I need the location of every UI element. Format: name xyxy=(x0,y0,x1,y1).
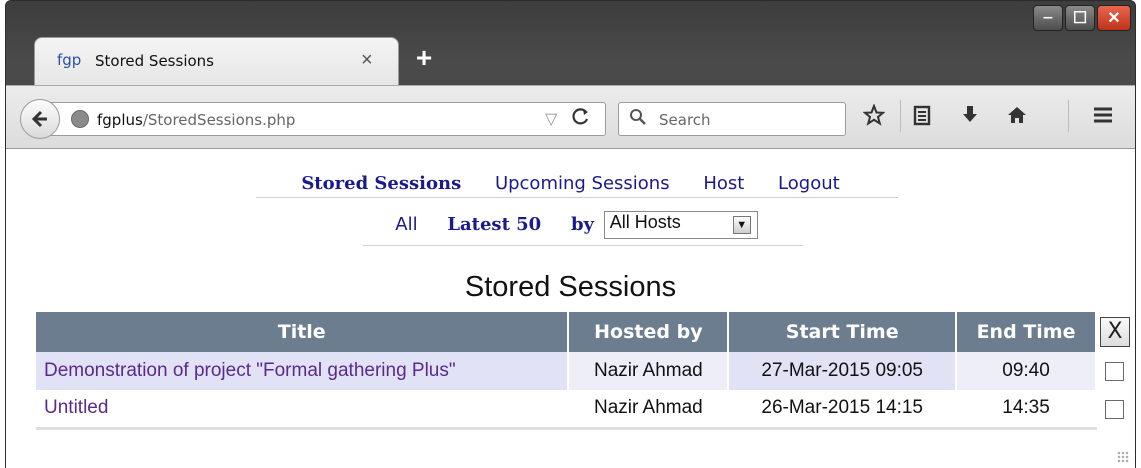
globe-icon xyxy=(71,110,89,128)
nav-link-logout[interactable]: Logout xyxy=(778,173,840,194)
filter-all-link[interactable]: All xyxy=(395,214,417,235)
reading-list-icon[interactable] xyxy=(911,104,933,132)
sessions-table: Title Hosted by Start Time End Time X De… xyxy=(36,312,1135,430)
main-nav: Stored Sessions Upcoming Sessions Host L… xyxy=(6,173,1135,194)
nav-toolbar: fgplus/StoredSessions.php ▽ Search xyxy=(6,85,1135,149)
page-content: Stored Sessions Upcoming Sessions Host L… xyxy=(6,149,1135,468)
row-select-checkbox[interactable] xyxy=(1104,361,1124,381)
new-tab-button[interactable]: + xyxy=(409,44,439,73)
url-text: fgplus/StoredSessions.php xyxy=(97,111,295,129)
search-icon xyxy=(629,108,647,131)
url-path: /StoredSessions.php xyxy=(142,111,296,129)
filter-bar: All Latest 50 by All Hosts ▼ xyxy=(6,211,1135,239)
url-bar[interactable]: fgplus/StoredSessions.php ▽ xyxy=(46,102,606,136)
back-arrow-icon[interactable] xyxy=(20,99,60,139)
browser-window: fgp Stored Sessions × + ‒ ☐ ✕ fgplus/Sto… xyxy=(5,0,1136,468)
search-placeholder: Search xyxy=(659,111,711,129)
table-row: Untitled Nazir Ahmad 26-Mar-2015 14:15 1… xyxy=(36,390,1135,430)
close-window-button[interactable]: ✕ xyxy=(1097,5,1131,31)
nav-link-host[interactable]: Host xyxy=(703,173,744,194)
chevron-down-icon: ▼ xyxy=(732,216,751,234)
table-header-row: Title Hosted by Start Time End Time X xyxy=(36,312,1133,352)
delete-column-header: X xyxy=(1095,312,1133,352)
resize-grip[interactable] xyxy=(1117,451,1129,463)
filter-divider xyxy=(363,245,803,246)
session-host: Nazir Ahmad xyxy=(568,390,730,430)
page-title: Stored Sessions xyxy=(464,271,677,303)
tab-title: Stored Sessions xyxy=(95,52,214,70)
host-select-value: All Hosts xyxy=(609,212,681,232)
tab-stored-sessions[interactable]: fgp Stored Sessions × xyxy=(34,37,399,85)
column-header-title[interactable]: Title xyxy=(36,312,570,352)
menu-icon[interactable] xyxy=(1092,104,1114,132)
minimize-button[interactable]: ‒ xyxy=(1033,5,1063,31)
nav-link-upcoming-sessions[interactable]: Upcoming Sessions xyxy=(495,173,670,194)
session-end-time: 14:35 xyxy=(956,390,1097,430)
session-title-link[interactable]: Demonstration of project "Formal gatheri… xyxy=(36,352,570,390)
tab-strip: fgp Stored Sessions × + ‒ ☐ ✕ xyxy=(6,1,1135,85)
reload-icon[interactable] xyxy=(571,107,591,133)
download-icon[interactable] xyxy=(959,104,981,132)
maximize-button[interactable]: ☐ xyxy=(1065,5,1095,31)
home-icon[interactable] xyxy=(1006,104,1028,132)
select-cell xyxy=(1095,390,1135,428)
row-select-checkbox[interactable] xyxy=(1104,399,1124,419)
filter-by-label: by xyxy=(570,214,594,235)
session-end-time: 09:40 xyxy=(956,352,1097,390)
host-select[interactable]: All Hosts ▼ xyxy=(603,211,758,239)
session-start-time: 27-Mar-2015 09:05 xyxy=(728,352,958,390)
table-row: Demonstration of project "Formal gatheri… xyxy=(36,352,1135,390)
session-title-link[interactable]: Untitled xyxy=(36,390,570,430)
session-start-time: 26-Mar-2015 14:15 xyxy=(728,390,958,430)
url-host: fgplus xyxy=(97,111,143,129)
toolbar-separator xyxy=(1068,100,1069,132)
tab-close-icon[interactable]: × xyxy=(361,49,373,72)
window-controls: ‒ ☐ ✕ xyxy=(1033,5,1131,31)
bookmark-star-icon[interactable] xyxy=(862,103,886,132)
column-header-hosted-by[interactable]: Hosted by xyxy=(568,312,730,352)
select-cell xyxy=(1095,352,1135,390)
nav-divider xyxy=(256,197,898,198)
tab-favicon: fgp xyxy=(57,51,82,69)
toolbar-separator xyxy=(900,100,901,132)
url-history-dropdown-icon[interactable]: ▽ xyxy=(545,109,557,129)
column-header-end-time[interactable]: End Time xyxy=(956,312,1097,352)
filter-latest-50-link[interactable]: Latest 50 xyxy=(447,214,541,235)
session-host: Nazir Ahmad xyxy=(568,352,730,390)
nav-link-stored-sessions[interactable]: Stored Sessions xyxy=(301,173,461,194)
delete-selected-button[interactable]: X xyxy=(1099,317,1130,347)
search-input[interactable]: Search xyxy=(618,102,846,136)
column-header-start-time[interactable]: Start Time xyxy=(728,312,958,352)
